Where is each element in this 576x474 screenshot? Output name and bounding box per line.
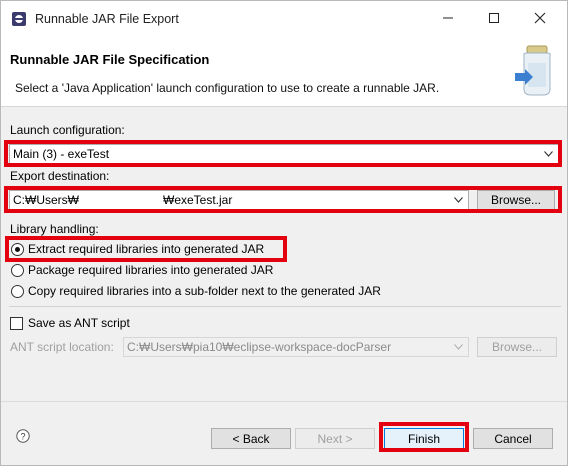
- export-destination-input[interactable]: C:₩Users₩ ₩exeTest.jar: [9, 190, 469, 210]
- save-ant-script-option[interactable]: Save as ANT script: [10, 316, 130, 330]
- close-icon[interactable]: [517, 1, 563, 35]
- help-icon[interactable]: ?: [16, 429, 30, 443]
- radio-extract-libraries[interactable]: Extract required libraries into generate…: [11, 242, 264, 256]
- export-destination-label: Export destination:: [10, 169, 110, 183]
- launch-config-label: Launch configuration:: [10, 123, 125, 137]
- maximize-icon[interactable]: [471, 1, 517, 35]
- radio-copy-libraries[interactable]: Copy required libraries into a sub-folde…: [11, 284, 381, 298]
- title-bar[interactable]: Runnable JAR File Export: [1, 1, 567, 37]
- ant-location-input: C:₩Users₩pia10₩eclipse-workspace-docPars…: [123, 337, 469, 357]
- jar-export-icon: [513, 43, 559, 102]
- chevron-down-icon: [454, 344, 463, 350]
- radio-label: Copy required libraries into a sub-folde…: [28, 284, 381, 298]
- launch-config-select[interactable]: Main (3) - exeTest: [9, 144, 559, 164]
- chevron-down-icon[interactable]: [454, 197, 463, 203]
- radio-button[interactable]: [11, 263, 24, 277]
- library-handling-label: Library handling:: [10, 222, 99, 236]
- chevron-down-icon[interactable]: [544, 151, 553, 157]
- cancel-button[interactable]: Cancel: [473, 428, 553, 449]
- svg-text:?: ?: [20, 432, 25, 442]
- radio-label: Extract required libraries into generate…: [28, 242, 265, 256]
- page-description: Select a 'Java Application' launch confi…: [15, 81, 440, 95]
- export-path-prefix: C:₩Users₩: [13, 193, 79, 207]
- browse-button[interactable]: Browse...: [477, 190, 555, 210]
- save-ant-checkbox[interactable]: [10, 316, 23, 330]
- radio-button[interactable]: [11, 242, 24, 256]
- ant-location-label: ANT script location:: [10, 340, 114, 354]
- radio-label: Package required libraries into generate…: [28, 263, 274, 277]
- ant-location-value: C:₩Users₩pia10₩eclipse-workspace-docPars…: [127, 340, 392, 354]
- footer-divider: [1, 401, 567, 402]
- radio-package-libraries[interactable]: Package required libraries into generate…: [11, 263, 273, 277]
- page-title: Runnable JAR File Specification: [10, 52, 210, 67]
- export-dialog: Runnable JAR File Export Runnable JAR Fi…: [0, 0, 568, 466]
- header-banner: Runnable JAR File Specification Select a…: [1, 37, 567, 107]
- section-divider: [9, 306, 561, 307]
- minimize-icon[interactable]: [425, 1, 471, 35]
- eclipse-app-icon: [10, 10, 28, 28]
- ant-browse-button: Browse...: [477, 337, 557, 357]
- save-ant-label: Save as ANT script: [28, 316, 130, 330]
- window-title: Runnable JAR File Export: [35, 12, 179, 26]
- next-button: Next >: [295, 428, 375, 449]
- radio-button[interactable]: [11, 284, 24, 298]
- finish-button[interactable]: Finish: [384, 428, 464, 449]
- launch-config-value: Main (3) - exeTest: [13, 147, 110, 161]
- export-path-suffix: ₩exeTest.jar: [163, 193, 233, 207]
- back-button[interactable]: < Back: [211, 428, 291, 449]
